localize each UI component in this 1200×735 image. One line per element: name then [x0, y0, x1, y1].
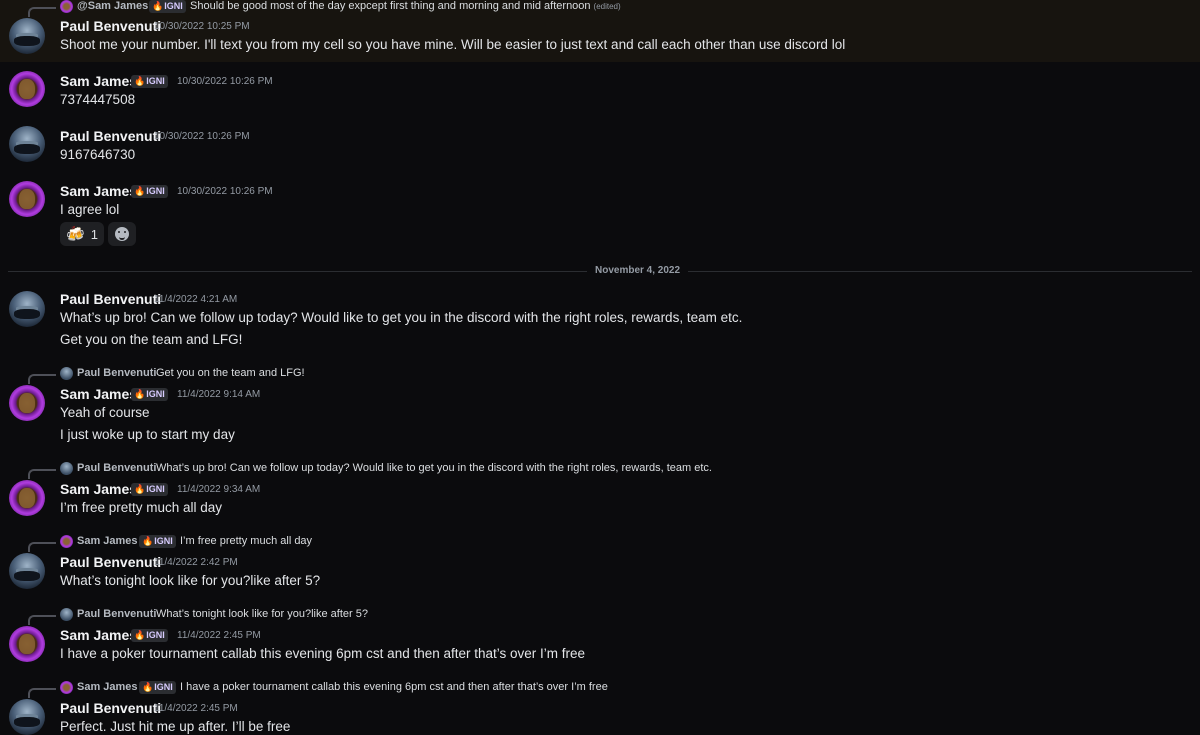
timestamp: 11/4/2022 2:42 PM — [154, 557, 238, 568]
reply-text[interactable]: Should be good most of the day expcept f… — [190, 0, 621, 12]
flame-icon: 🔥 — [142, 682, 154, 692]
reply-text[interactable]: Get you on the team and LFG! — [156, 367, 305, 379]
avatar[interactable] — [9, 18, 45, 54]
reply-text[interactable]: I have a poker tournament callab this ev… — [180, 681, 608, 693]
message-text: 7374447508 — [60, 92, 136, 107]
reply-author[interactable]: @Sam James — [77, 0, 148, 12]
message-item: @Sam James 🔥IGNI Should be good most of … — [0, 0, 1200, 62]
chat-messages: @Sam James 🔥IGNI Should be good most of … — [0, 0, 1200, 735]
message-text: Perfect. Just hit me up after. I’ll be f… — [60, 719, 291, 734]
message-item: Sam James 🔥IGNI 10/30/2022 10:26 PM 7374… — [0, 62, 1200, 117]
username[interactable]: Sam James — [60, 627, 137, 643]
username[interactable]: Paul Benvenuti — [60, 128, 161, 144]
beer-mugs-icon: 🍻 — [66, 226, 85, 243]
reply-reference[interactable]: Sam James 🔥IGNI I’m free pretty much all… — [28, 535, 1188, 552]
username[interactable]: Sam James — [60, 386, 137, 402]
reply-avatar — [60, 0, 73, 13]
timestamp: 11/4/2022 2:45 PM — [177, 630, 261, 641]
reply-spine — [28, 615, 56, 625]
avatar[interactable] — [9, 181, 45, 217]
timestamp: 10/30/2022 10:25 PM — [154, 21, 250, 32]
flame-icon: 🔥 — [134, 389, 146, 399]
username[interactable]: Paul Benvenuti — [60, 291, 161, 307]
reply-reference[interactable]: Sam James 🔥IGNI I have a poker tournamen… — [28, 681, 1188, 698]
reply-reference[interactable]: Paul Benvenuti Get you on the team and L… — [28, 367, 1188, 384]
reply-spine — [28, 688, 56, 698]
edited-label: (edited) — [593, 2, 621, 11]
flame-icon: 🔥 — [152, 1, 164, 11]
role-badge: 🔥IGNI — [131, 629, 168, 642]
avatar[interactable] — [9, 385, 45, 421]
timestamp: 11/4/2022 9:34 AM — [177, 484, 261, 495]
timestamp: 11/4/2022 9:14 AM — [177, 389, 261, 400]
flame-icon: 🔥 — [134, 76, 146, 86]
timestamp: 10/30/2022 10:26 PM — [154, 131, 250, 142]
message-text: I agree lol — [60, 202, 120, 217]
reply-author[interactable]: Sam James — [77, 681, 138, 693]
reply-avatar — [60, 462, 73, 475]
reply-text[interactable]: What’s up bro! Can we follow up today? W… — [156, 462, 712, 474]
reply-avatar — [60, 367, 73, 380]
message-text: Yeah of course — [60, 405, 150, 420]
reply-avatar — [60, 535, 73, 548]
reply-spine — [28, 7, 56, 17]
flame-icon: 🔥 — [134, 484, 146, 494]
reply-spine — [28, 469, 56, 479]
reply-spine — [28, 542, 56, 552]
reply-reference[interactable]: Paul Benvenuti What’s up bro! Can we fol… — [28, 462, 1188, 479]
smiley-icon — [115, 227, 129, 241]
reply-avatar — [60, 608, 73, 621]
reply-reference[interactable]: @Sam James 🔥IGNI Should be good most of … — [28, 0, 1188, 17]
message-text: I have a poker tournament callab this ev… — [60, 646, 586, 661]
reply-spine — [28, 374, 56, 384]
role-badge: 🔥IGNI — [131, 185, 168, 198]
date-divider-label: November 4, 2022 — [587, 265, 689, 276]
reply-author[interactable]: Sam James — [77, 535, 138, 547]
username[interactable]: Paul Benvenuti — [60, 18, 161, 34]
reply-author[interactable]: Paul Benvenuti — [77, 608, 156, 620]
message-item: Paul Benvenuti 10/30/2022 10:26 PM 91676… — [0, 117, 1200, 172]
timestamp: 10/30/2022 10:26 PM — [177, 186, 273, 197]
avatar[interactable] — [9, 699, 45, 735]
message-text: I just woke up to start my day — [60, 427, 235, 442]
message-text: 9167646730 — [60, 147, 136, 162]
username[interactable]: Paul Benvenuti — [60, 554, 161, 570]
message-text: Get you on the team and LFG! — [60, 332, 243, 347]
add-reaction-button[interactable] — [108, 222, 136, 246]
message-text: I’m free pretty much all day — [60, 500, 223, 515]
avatar[interactable] — [9, 553, 45, 589]
reply-text[interactable]: What’s tonight look like for you?like af… — [156, 608, 368, 620]
role-badge: 🔥IGNI — [131, 388, 168, 401]
reply-text[interactable]: I’m free pretty much all day — [180, 535, 312, 547]
timestamp: 11/4/2022 4:21 AM — [154, 294, 238, 305]
reaction-beer[interactable]: 🍻 1 — [60, 222, 104, 246]
role-badge: 🔥IGNI — [139, 681, 176, 694]
message-text: Shoot me your number. I'll text you from… — [60, 37, 846, 52]
role-badge: 🔥IGNI — [149, 0, 186, 13]
avatar[interactable] — [9, 126, 45, 162]
flame-icon: 🔥 — [134, 630, 146, 640]
reply-author[interactable]: Paul Benvenuti — [77, 462, 156, 474]
avatar[interactable] — [9, 71, 45, 107]
username[interactable]: Sam James — [60, 481, 137, 497]
reply-reference[interactable]: Paul Benvenuti What’s tonight look like … — [28, 608, 1188, 625]
timestamp: 11/4/2022 2:45 PM — [154, 703, 238, 714]
username[interactable]: Sam James — [60, 73, 137, 89]
reply-author[interactable]: Paul Benvenuti — [77, 367, 156, 379]
timestamp: 10/30/2022 10:26 PM — [177, 76, 273, 87]
avatar[interactable] — [9, 480, 45, 516]
username[interactable]: Sam James — [60, 183, 137, 199]
flame-icon: 🔥 — [134, 186, 146, 196]
message-text: What’s up bro! Can we follow up today? W… — [60, 310, 743, 325]
role-badge: 🔥IGNI — [139, 535, 176, 548]
role-badge: 🔥IGNI — [131, 75, 168, 88]
role-badge: 🔥IGNI — [131, 483, 168, 496]
avatar[interactable] — [9, 626, 45, 662]
reply-avatar — [60, 681, 73, 694]
avatar[interactable] — [9, 291, 45, 327]
username[interactable]: Paul Benvenuti — [60, 700, 161, 716]
message-text: What’s tonight look like for you?like af… — [60, 573, 321, 588]
reaction-count: 1 — [90, 226, 98, 242]
flame-icon: 🔥 — [142, 536, 154, 546]
